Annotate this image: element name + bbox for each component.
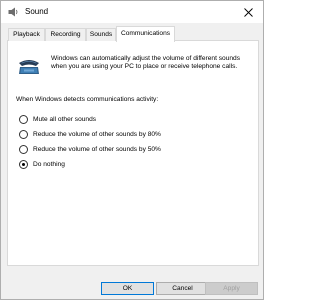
- option-label: Mute all other sounds: [33, 116, 97, 123]
- telephone-icon: [19, 60, 39, 74]
- option-label: Reduce the volume of other sounds by 80%: [33, 131, 161, 138]
- radio-button[interactable]: [19, 145, 28, 154]
- communications-panel: Windows can automatically adjust the vol…: [7, 41, 259, 266]
- sound-dialog: Sound Playback Recording Sounds Communic…: [0, 0, 264, 300]
- tab-communications[interactable]: Communications: [116, 26, 175, 42]
- option-do-nothing[interactable]: Do nothing: [19, 159, 65, 170]
- tab-strip: Playback Recording Sounds Communications: [7, 26, 259, 42]
- tab-sounds[interactable]: Sounds: [86, 28, 116, 41]
- radio-button[interactable]: [19, 130, 28, 139]
- close-button[interactable]: [233, 1, 263, 23]
- option-reduce-80[interactable]: Reduce the volume of other sounds by 80%: [19, 129, 161, 140]
- ok-button[interactable]: OK: [101, 282, 154, 295]
- title-bar[interactable]: Sound: [1, 1, 263, 23]
- speaker-icon: [8, 7, 18, 17]
- detect-label: When Windows detects communications acti…: [16, 96, 159, 103]
- option-reduce-50[interactable]: Reduce the volume of other sounds by 50%: [19, 144, 161, 155]
- window-title: Sound: [25, 7, 49, 16]
- radio-button[interactable]: [19, 115, 28, 124]
- tab-recording[interactable]: Recording: [45, 28, 86, 41]
- apply-button[interactable]: Apply: [205, 282, 258, 295]
- intro-text: Windows can automatically adjust the vol…: [51, 55, 241, 70]
- close-icon: [243, 7, 253, 17]
- cancel-button[interactable]: Cancel: [156, 282, 209, 295]
- tab-playback[interactable]: Playback: [8, 28, 45, 41]
- option-label: Reduce the volume of other sounds by 50%: [33, 146, 161, 153]
- option-label: Do nothing: [33, 161, 65, 168]
- radio-button-selected[interactable]: [19, 160, 28, 169]
- option-mute-all[interactable]: Mute all other sounds: [19, 114, 96, 125]
